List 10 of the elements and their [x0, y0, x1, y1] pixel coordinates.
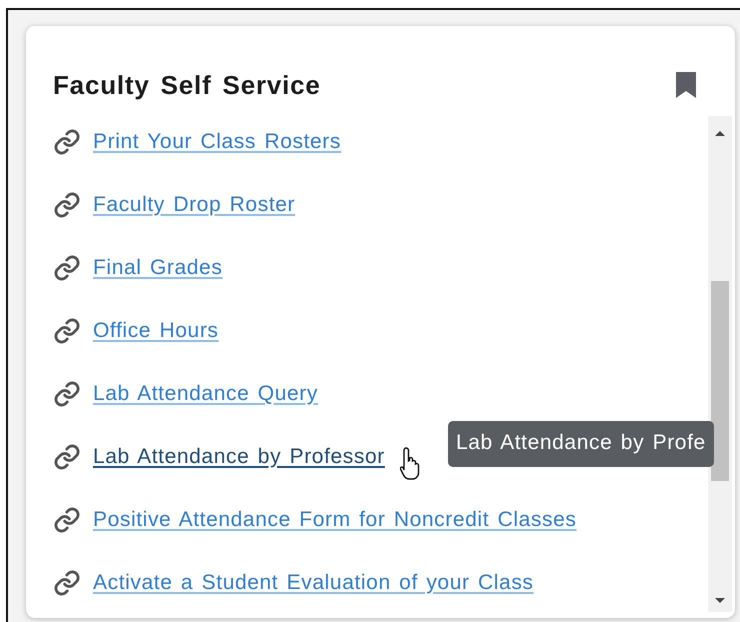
link[interactable]: Office Hours — [93, 318, 219, 342]
tooltip: Lab Attendance by Profe — [448, 421, 714, 467]
card-title: Faculty Self Service — [53, 70, 321, 100]
link[interactable]: Print Your Class Rosters — [93, 130, 341, 154]
link[interactable]: Lab Attendance Query — [93, 382, 318, 406]
link[interactable]: Final Grades — [93, 256, 222, 280]
link[interactable]: Positive Attendance Form for Noncredit Classes — [93, 508, 576, 532]
link[interactable]: Lab Attendance by Professor — [93, 444, 385, 468]
link[interactable]: Faculty Drop Roster — [93, 192, 296, 216]
link[interactable]: Activate a Student Evaluation of your Class — [93, 570, 534, 594]
